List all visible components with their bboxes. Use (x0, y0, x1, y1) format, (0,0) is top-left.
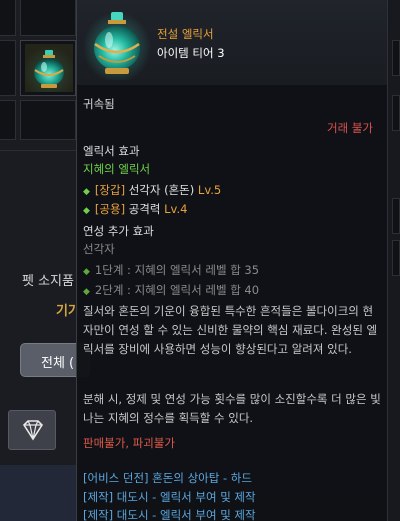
inventory-bottom-strip (0, 465, 78, 521)
inventory-slot[interactable] (20, 0, 76, 36)
item-tier: 아이템 티어 3 (157, 46, 225, 60)
sell-destroy-status: 판매불가, 파괴불가 (83, 436, 175, 450)
diamond-icon (22, 420, 44, 441)
all-filter-button-label: 전체 ( (41, 356, 75, 371)
inventory-slot[interactable] (392, 240, 400, 276)
elixir-effect-name: 지혜의 엘릭서 (83, 162, 151, 176)
bound-status: 귀속됨 (83, 97, 115, 111)
effect-level: Lv.5 (197, 183, 222, 197)
inventory-slot[interactable] (0, 40, 16, 96)
diamond-bullet-icon: ◆ (83, 187, 90, 197)
pet-inventory-label: 펫 소지품 (22, 274, 74, 289)
diamond-bullet-icon: ◆ (83, 267, 90, 277)
effect-text: 선각자 (혼돈) (125, 183, 198, 197)
inventory-slot[interactable] (0, 100, 16, 140)
inventory-slot[interactable] (392, 198, 400, 234)
inventory-slot[interactable] (20, 100, 76, 140)
effect-tag: [공용] (94, 202, 126, 216)
inventory-slot[interactable] (0, 0, 16, 36)
acquisition-source: [제작] 대도시 - 엘릭서 부여 및 제작 (83, 490, 256, 504)
acquisition-source: [어비스 던전] 혼돈의 상아탑 - 하드 (83, 471, 252, 485)
refine-stage-line: ◆ 1단계 : 지혜의 엘릭서 레벨 합 35 (83, 262, 259, 278)
item-description: 질서와 혼돈의 기운이 융합된 특수한 흔적들은 볼다이크의 현자만이 연성 할… (83, 304, 378, 356)
refine-effect-subtitle: 선각자 (83, 242, 115, 256)
effect-level: Lv.4 (164, 202, 188, 216)
item-tooltip: 전설 엘릭서 아이템 티어 3 귀속됨 거래 불가 엘릭서 효과 지혜의 엘릭서… (76, 0, 388, 521)
effect-text: 공격력 (125, 202, 165, 216)
diamond-bullet-icon: ◆ (83, 206, 90, 216)
refine-stage-text: 2단계 : 지혜의 엘릭서 레벨 합 40 (94, 283, 260, 297)
refine-effect-title: 연성 추가 효과 (83, 224, 154, 238)
item-grade: 전설 엘릭서 (157, 27, 214, 41)
refine-stage-line: ◆ 2단계 : 지혜의 엘릭서 레벨 합 40 (83, 282, 259, 298)
trade-status: 거래 불가 (327, 121, 373, 135)
potion-icon[interactable] (25, 44, 73, 92)
diamond-bullet-icon: ◆ (83, 287, 90, 297)
acquisition-source: [제작] 대도시 - 엘릭서 부여 및 제작 (83, 508, 256, 521)
inventory-slot[interactable] (392, 95, 400, 131)
effect-line: ◆ [공용] 공격력 Lv.4 (83, 201, 187, 217)
effect-tag: [장갑] (94, 183, 126, 197)
refine-stage-text: 1단계 : 지혜의 엘릭서 레벨 합 35 (94, 263, 260, 277)
effect-line: ◆ [장갑] 선각자 (혼돈) Lv.5 (83, 182, 221, 198)
disassemble-description: 분해 시, 정제 및 연성 가능 횟수를 많이 소진할수록 더 많은 빛나는 지… (83, 392, 381, 425)
elixir-effect-title: 엘릭서 효과 (83, 144, 140, 158)
gem-button[interactable] (8, 410, 56, 450)
inventory-slot[interactable] (392, 40, 400, 76)
elixir-potion-icon (83, 8, 151, 80)
